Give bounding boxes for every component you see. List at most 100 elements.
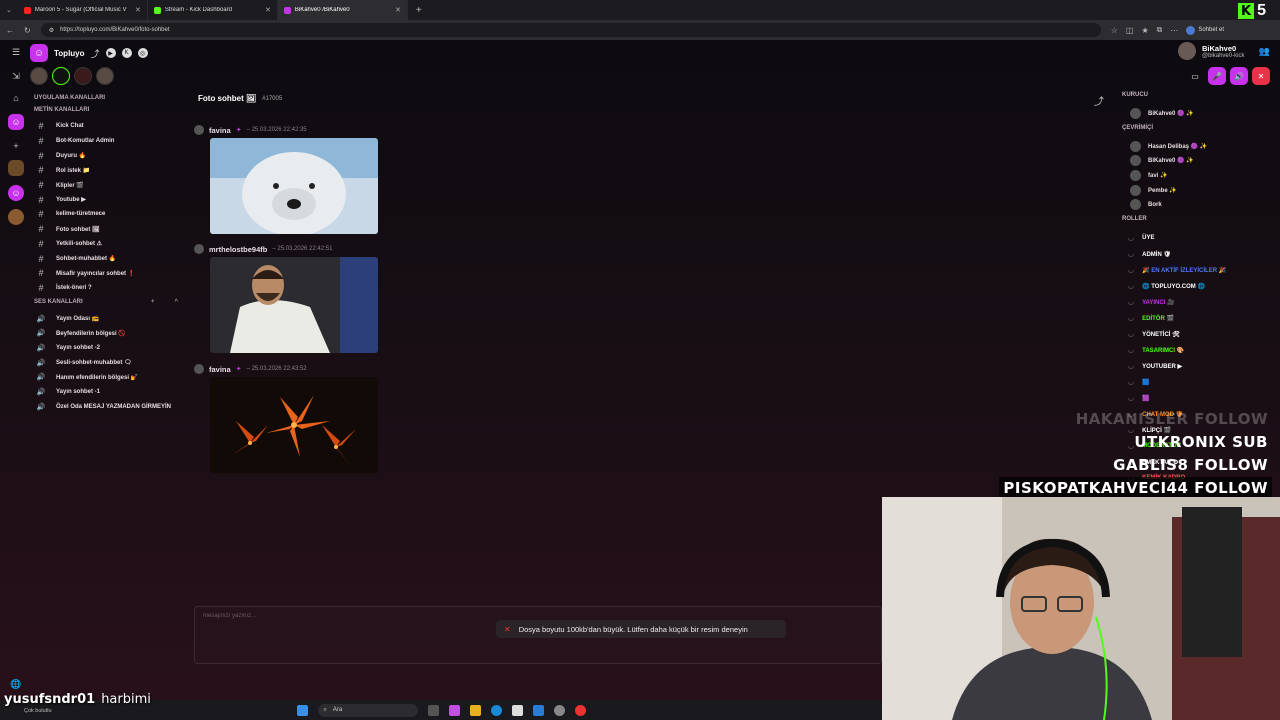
man-in-car-image[interactable] [210,257,378,353]
text-channel-item[interactable]: # İstek-öneri ? [34,281,184,296]
avatar[interactable] [74,67,92,85]
message-author[interactable]: favina [209,365,231,374]
lily-flowers-image[interactable] [210,377,378,473]
kick-icon[interactable]: K [121,48,132,58]
role-item[interactable]: ◡ EDİTÖR 🎬 [1122,310,1272,326]
member-item[interactable]: Hasan Delibaş 🟣 ✨ [1122,139,1272,154]
role-item[interactable]: ◡ 🎉 EN AKTİF İZLEYİCİLER 🎉 [1122,262,1272,278]
back-icon[interactable]: ← [6,26,14,35]
text-channel-item[interactable]: # Yetkili-sohbet ⚠ [34,237,184,252]
message-author[interactable]: mrthelostbe94fb [209,245,267,254]
text-channel-item[interactable]: # Klipler 🎬 [34,178,184,193]
globe-icon[interactable]: 🌐 [8,676,24,692]
server-icon[interactable] [8,160,24,176]
text-channel-item[interactable]: # kelime-türetmece [34,207,184,222]
member-item[interactable]: BiKahve0 🟣 ✨ [1122,106,1272,121]
file-explorer-icon[interactable] [469,704,481,716]
share-icon[interactable]: ⤴ [91,47,100,60]
member-item[interactable]: favi ✨ [1122,168,1272,183]
instagram-icon[interactable]: ◎ [137,48,148,58]
avatar[interactable] [194,244,204,254]
new-tab-button[interactable]: + [408,5,430,16]
role-item[interactable]: ◡ 🟪 [1122,390,1272,406]
server-icon-2[interactable] [8,209,24,225]
menu-icon[interactable]: ☰ [8,44,24,60]
tab-close-icon[interactable]: ✕ [265,6,271,14]
role-item[interactable]: ◡ ADMİN 🛡 [1122,246,1272,262]
text-channel-item[interactable]: # Foto sohbet 🖼 [34,222,184,237]
member-item[interactable]: Pembe ✨ [1122,183,1272,198]
mic-icon[interactable]: 🎤 [1208,67,1226,85]
voice-channel-item[interactable]: 🔊 Yayın sohbet -2 [34,341,184,356]
server-topluyo-icon[interactable]: ☺ [8,114,24,130]
share-channel-icon[interactable]: ⤴ [1094,93,1104,108]
text-channel-item[interactable]: # Bot-Komutlar Admin [34,134,184,149]
camera-icon[interactable]: ▭ [1186,67,1204,85]
members-icon[interactable]: 👥 [1258,46,1269,57]
error-icon[interactable]: ✕ [504,625,511,634]
extensions-icon[interactable]: ⋯ [1170,26,1178,35]
bookmark-icon[interactable]: ☆ [1111,26,1118,35]
role-item[interactable]: ◡ YAYINCI 🎥 [1122,294,1272,310]
obs-icon[interactable] [574,704,586,716]
avatar[interactable] [96,67,114,85]
collections-icon[interactable]: ⧉ [1157,25,1163,35]
voice-channel-item[interactable]: 🔊 Yayın Odası 📻 [34,311,184,326]
member-item[interactable]: Bork [1122,197,1272,212]
start-icon[interactable] [296,704,308,716]
mail-icon[interactable] [532,704,544,716]
text-channel-item[interactable]: # Sohbet-muhabbet 🔥 [34,251,184,266]
copilot-icon[interactable] [448,704,460,716]
hangup-icon[interactable]: ✕ [1252,67,1270,85]
favorites-icon[interactable]: ★ [1141,26,1148,35]
voice-channel-item[interactable]: 🔊 Yayın sohbet -1 [34,385,184,400]
text-channel-item[interactable]: # Youtube ▶ [34,192,184,207]
profile-button[interactable]: Sohbet et [1186,25,1224,35]
role-item[interactable]: ◡ ÜYE [1122,230,1272,246]
text-channel-item[interactable]: # Misafir yayıncılar sohbet ❗ [34,266,184,281]
youtube-icon[interactable]: ▶ [105,48,116,58]
role-item[interactable]: ◡ YOUTUBER ▶ [1122,358,1272,374]
avatar[interactable] [194,364,204,374]
collapse-icon[interactable]: ⇲ [8,68,24,84]
edge-icon[interactable] [490,704,502,716]
voice-channel-item[interactable]: 🔊 Özel Oda MESAJ YAZMADAN GİRMEYİN [34,399,184,414]
reload-icon[interactable]: ↻ [24,26,31,35]
voice-channel-item[interactable]: 🔊 Beyfendilerin bölgesi 🚫 [34,326,184,341]
settings-icon[interactable] [553,704,565,716]
browser-tab[interactable]: BiKahve0 /BiKahve0 ✕ [277,0,408,20]
member-item[interactable]: BiKahve0 🟣 ✨ [1122,153,1272,168]
browser-tab[interactable]: Maroon 5 - Sugar (Official Music V ✕ [18,0,148,20]
text-channel-item[interactable]: # Duyuru 🔥 [34,148,184,163]
split-icon[interactable]: ◫ [1126,26,1134,35]
role-item[interactable]: ◡ 🌐 TOPLUYO.COM 🌐 [1122,278,1272,294]
site-info-icon[interactable]: ⚙ [49,27,54,34]
server-name[interactable]: Topluyo [54,49,85,58]
speaker-icon[interactable]: 🔊 [1230,67,1248,85]
role-item[interactable]: ◡ YÖNETİCİ 🛠 [1122,326,1272,342]
avatar[interactable] [52,67,70,85]
voice-channel-item[interactable]: 🔊 Sesli-sohbet-muhabbet 🗨 [34,355,184,370]
server-active-icon[interactable]: ☺ [8,185,24,201]
tab-close-icon[interactable]: ✕ [135,6,141,14]
avatar[interactable] [194,125,204,135]
text-channel-item[interactable]: # Kick Chat [34,119,184,134]
avatar[interactable] [30,67,48,85]
home-icon[interactable]: ⌂ [8,90,24,106]
current-user[interactable]: BiKahve0 @bikahve0-kick 👥 [1178,42,1270,60]
voice-channel-item[interactable]: 🔊 Hanım efendilerin bölgesi 💅 [34,370,184,385]
url-field[interactable]: ⚙ https://topluyo.com/BiKahve0/foto-sohb… [40,23,1101,37]
text-channel-item[interactable]: # Rol istek 📁 [34,163,184,178]
add-server-icon[interactable]: + [8,138,24,154]
role-item[interactable]: ◡ TASARIMCI 🎨 [1122,342,1272,358]
task-view-icon[interactable] [427,704,439,716]
taskbar-search[interactable]: ⌕ Ara [317,703,418,717]
collapse-channels-icon[interactable]: ^ [174,299,178,305]
message-author[interactable]: favina [209,126,231,135]
tab-close-icon[interactable]: ✕ [395,6,401,14]
browser-tab[interactable]: Stream - Kick Dashboard ✕ [148,0,278,20]
polar-bear-image[interactable] [210,138,378,234]
tab-list-chevron-icon[interactable]: ⌄ [0,6,18,14]
store-icon[interactable] [511,704,523,716]
role-item[interactable]: ◡ 🟦 [1122,374,1272,390]
